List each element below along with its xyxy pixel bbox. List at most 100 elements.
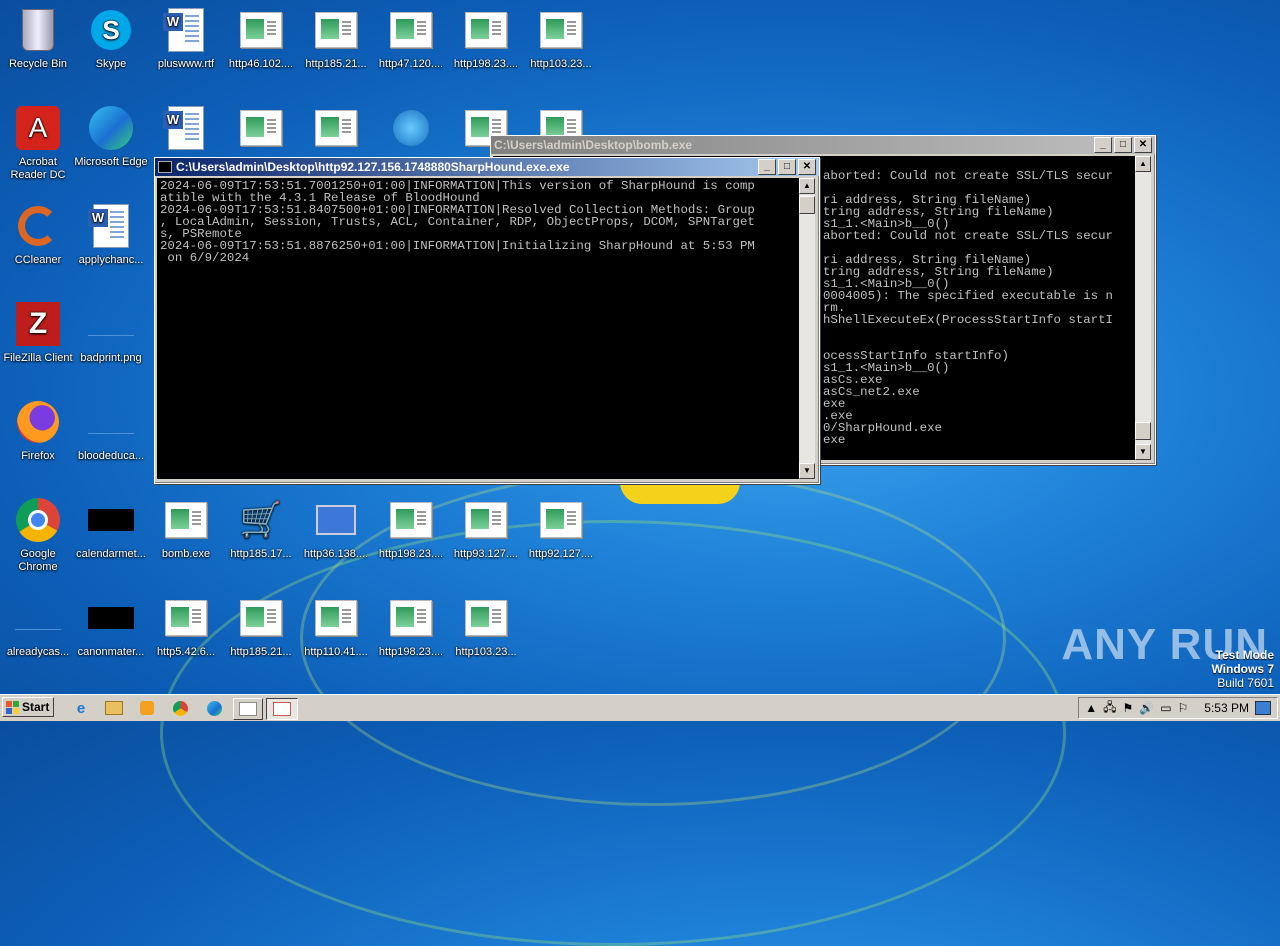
vertical-scrollbar[interactable]: ▲ ▼ bbox=[799, 178, 815, 479]
desktop-icon[interactable]: alreadycas... bbox=[0, 594, 76, 659]
desktop-icon-label: Acrobat Reader DC bbox=[10, 156, 66, 181]
desktop-icon[interactable] bbox=[373, 104, 449, 156]
desktop-icon[interactable]: http110.41.... bbox=[298, 594, 374, 659]
window-title: C:\Users\admin\Desktop\http92.127.156.17… bbox=[176, 160, 570, 174]
desktop-icon[interactable]: calendarmet... bbox=[73, 496, 149, 561]
desktop-icon[interactable]: http103.23... bbox=[523, 6, 599, 71]
desktop-icon[interactable]: http103.23... bbox=[448, 594, 524, 659]
desktop-icon[interactable]: http46.102.... bbox=[223, 6, 299, 71]
test-mode-line: Test Mode bbox=[1215, 648, 1274, 662]
console-line: aborted: Could not create SSL/TLS secur bbox=[823, 229, 1113, 243]
console-line: 0/SharpHound.exe bbox=[823, 421, 942, 435]
scroll-up-arrow-icon[interactable]: ▲ bbox=[1135, 156, 1151, 172]
desktop-icon-label: Recycle Bin bbox=[8, 58, 68, 70]
desktop-icon[interactable]: bloodeduca... bbox=[73, 398, 149, 463]
start-button[interactable]: Start bbox=[2, 697, 54, 717]
minimize-button[interactable]: _ bbox=[1094, 137, 1112, 153]
vertical-scrollbar[interactable]: ▲ ▼ bbox=[1135, 156, 1151, 460]
html-icon bbox=[462, 594, 510, 642]
desktop-icon-label: FileZilla Client bbox=[3, 352, 73, 364]
scroll-thumb[interactable] bbox=[799, 196, 815, 214]
scroll-down-arrow-icon[interactable]: ▼ bbox=[799, 463, 815, 479]
action-center-icon[interactable]: ⚐ bbox=[1178, 701, 1189, 715]
desktop-icon[interactable]: Firefox bbox=[0, 398, 76, 463]
html-icon bbox=[162, 496, 210, 544]
media-player-icon[interactable] bbox=[136, 698, 158, 718]
desktop-icon[interactable]: http198.23.... bbox=[373, 496, 449, 561]
network-icon[interactable]: 🖧 bbox=[1103, 698, 1116, 719]
desktop-icon-label: http185.21... bbox=[230, 646, 292, 658]
desktop-icon[interactable] bbox=[223, 104, 299, 156]
ie-icon[interactable]: e bbox=[70, 698, 92, 718]
desktop-icon[interactable]: http93.127.... bbox=[448, 496, 524, 561]
html-icon bbox=[537, 496, 585, 544]
desktop-icon[interactable]: Recycle Bin bbox=[0, 6, 76, 71]
volume-icon[interactable]: 🔊 bbox=[1139, 701, 1154, 715]
desktop-icon[interactable]: Wapplychanc... bbox=[73, 202, 149, 267]
acrobat-icon: A bbox=[14, 104, 62, 152]
maximize-button[interactable]: □ bbox=[778, 159, 796, 175]
desktop-icon-label: bomb.exe bbox=[161, 548, 211, 560]
maximize-button[interactable]: □ bbox=[1114, 137, 1132, 153]
desktop-icon[interactable]: http185.21... bbox=[223, 594, 299, 659]
desktop-icon[interactable]: http198.23.... bbox=[448, 6, 524, 71]
desktop-icon[interactable]: Google Chrome bbox=[0, 496, 76, 574]
desktop-icon[interactable]: http5.42.6... bbox=[148, 594, 224, 659]
console-line: , LocalAdmin, Session, Trusts, ACL, Cont… bbox=[160, 215, 755, 229]
desktop-icon-label: http185.17... bbox=[230, 548, 292, 560]
title-bar[interactable]: C:\Users\admin\Desktop\http92.127.156.17… bbox=[155, 158, 819, 176]
windows-logo-icon bbox=[6, 700, 19, 714]
desktop-icon[interactable]: http47.120.... bbox=[373, 6, 449, 71]
desktop-icon[interactable]: S Skype bbox=[73, 6, 149, 71]
flag-icon[interactable]: ⚑ bbox=[1122, 701, 1133, 715]
desktop-icon-label: badprint.png bbox=[80, 352, 142, 364]
chrome-icon[interactable] bbox=[169, 698, 191, 718]
desktop-icon-label: http36.138.... bbox=[303, 548, 369, 560]
desktop-icon[interactable]: badprint.png bbox=[73, 300, 149, 365]
desktop-icon-label: applychanc... bbox=[78, 254, 144, 266]
console-window-sharphound[interactable]: C:\Users\admin\Desktop\http92.127.156.17… bbox=[154, 157, 820, 484]
minimize-button[interactable]: _ bbox=[758, 159, 776, 175]
doc-icon: W bbox=[162, 6, 210, 54]
desktop-icon[interactable]: http198.23.... bbox=[373, 594, 449, 659]
start-label: Start bbox=[22, 700, 50, 714]
desktop-icon[interactable]: Wpluswww.rtf bbox=[148, 6, 224, 71]
edge-icon[interactable] bbox=[203, 698, 225, 718]
taskbar-window-sharphound[interactable] bbox=[266, 698, 298, 720]
clock[interactable]: 5:53 PM bbox=[1204, 701, 1249, 715]
scroll-thumb[interactable] bbox=[1135, 422, 1151, 440]
desktop-icon[interactable]: bomb.exe bbox=[148, 496, 224, 561]
desktop-icon[interactable]: canonmater... bbox=[73, 594, 149, 659]
black-icon bbox=[87, 594, 135, 642]
desktop-icon[interactable]: http92.127.... bbox=[523, 496, 599, 561]
html-icon bbox=[387, 496, 435, 544]
desktop-icon-label: http103.23... bbox=[455, 646, 517, 658]
desktop-icon[interactable]: http36.138.... bbox=[298, 496, 374, 561]
doc-icon: W bbox=[87, 202, 135, 250]
taskbar-window-bomb[interactable] bbox=[233, 698, 263, 720]
title-bar[interactable]: C:\Users\admin\Desktop\bomb.exe _ □ ✕ bbox=[491, 136, 1155, 154]
console-line: hShellExecuteEx(ProcessStartInfo startI bbox=[823, 313, 1113, 327]
html-icon bbox=[312, 104, 360, 152]
close-button[interactable]: ✕ bbox=[798, 159, 816, 175]
desktop-icon-label: http5.42.6... bbox=[156, 646, 216, 658]
desktop-icon[interactable]: http185.21... bbox=[298, 6, 374, 71]
desktop-icon[interactable]: W bbox=[148, 104, 224, 156]
close-button[interactable]: ✕ bbox=[1134, 137, 1152, 153]
html-icon bbox=[312, 6, 360, 54]
desktop-icon[interactable] bbox=[298, 104, 374, 156]
desktop-icon[interactable]: CCleaner bbox=[0, 202, 76, 267]
system-tray: ▲ 🖧 ⚑ 🔊 ▭ ⚐ 5:53 PM bbox=[1078, 697, 1278, 719]
scroll-down-arrow-icon[interactable]: ▼ bbox=[1135, 444, 1151, 460]
desktop-icon[interactable]: A Acrobat Reader DC bbox=[0, 104, 76, 182]
explorer-icon[interactable] bbox=[103, 698, 125, 718]
show-desktop-icon[interactable] bbox=[1255, 701, 1271, 715]
battery-icon[interactable]: ▭ bbox=[1160, 701, 1171, 715]
desktop-icon[interactable]: Z FileZilla Client bbox=[0, 300, 76, 365]
desktop-icon[interactable]: 🛒 http185.17... bbox=[223, 496, 299, 561]
scroll-up-arrow-icon[interactable]: ▲ bbox=[799, 178, 815, 194]
desktop-icon[interactable]: Microsoft Edge bbox=[73, 104, 149, 169]
html-icon bbox=[387, 594, 435, 642]
show-hidden-icons-icon[interactable]: ▲ bbox=[1085, 701, 1097, 715]
blank-icon bbox=[87, 398, 135, 446]
